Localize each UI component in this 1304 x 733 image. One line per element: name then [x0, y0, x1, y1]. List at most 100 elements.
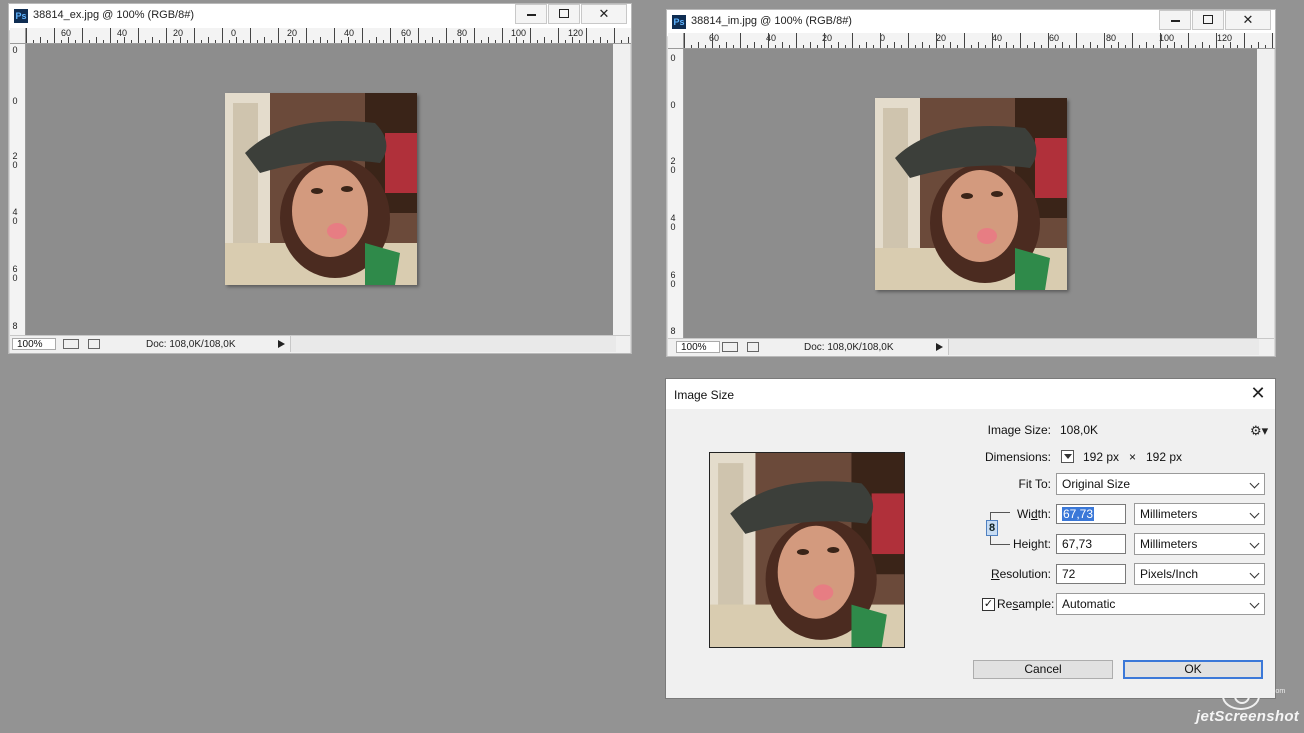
resample-label-post: ample: [1018, 597, 1055, 611]
document-window-ex[interactable]: Ps 38814_ex.jpg @ 100% (RGB/8#) ✕ 60 40 … [8, 3, 632, 354]
dimensions-dropdown-icon[interactable] [1061, 450, 1074, 463]
resolution-input[interactable]: 72 [1056, 564, 1126, 584]
ruler-tick [257, 40, 258, 43]
resample-checkbox[interactable]: ✓ [982, 598, 995, 611]
minimize-button[interactable] [515, 4, 547, 24]
ruler-tick [145, 40, 146, 43]
ruler-label: 100 [1159, 33, 1175, 43]
ruler-tick [89, 40, 90, 43]
ok-button[interactable]: OK [1123, 660, 1263, 679]
ruler-tick [292, 37, 293, 43]
status-menu-arrow-icon[interactable] [278, 340, 285, 348]
ruler-tick [327, 40, 328, 43]
status-menu-arrow-icon[interactable] [936, 343, 943, 351]
ruler-tick [166, 28, 167, 43]
ruler-tick [439, 40, 440, 43]
minimize-button[interactable] [1159, 10, 1191, 30]
ruler-tick [1244, 33, 1245, 48]
ruler-tick [390, 28, 391, 43]
ruler-tick [1237, 45, 1238, 48]
ruler-tick [1153, 45, 1154, 48]
dimensions-width: 192 px [1083, 450, 1120, 464]
ruler-tick [397, 40, 398, 43]
horizontal-scrollbar[interactable] [290, 336, 616, 352]
fit-to-dropdown[interactable]: Original Size [1056, 473, 1265, 495]
ruler-tick [404, 37, 405, 43]
ruler-tick [551, 40, 552, 43]
ruler-tick [579, 40, 580, 43]
ruler-tick [1258, 42, 1259, 48]
ruler-tick [33, 40, 34, 43]
window-titlebar[interactable]: Ps 38814_ex.jpg @ 100% (RGB/8#) ✕ [9, 4, 631, 31]
fit-to-label: Fit To: [1018, 477, 1051, 491]
ruler-tick [362, 28, 363, 43]
document-window-im[interactable]: Ps 38814_im.jpg @ 100% (RGB/8#) ✕ 60 40 … [666, 9, 1276, 357]
constrain-proportions-icon[interactable]: 8 [986, 520, 998, 536]
ruler-tick [1139, 45, 1140, 48]
ruler-tick [1209, 45, 1210, 48]
window-title: 38814_ex.jpg @ 100% (RGB/8#) [33, 9, 194, 21]
width-unit-value: Millimeters [1140, 507, 1198, 521]
maximize-icon [1203, 15, 1213, 24]
ruler-label: 4 0 [12, 207, 18, 226]
zoom-field[interactable]: 100% [676, 341, 720, 353]
ruler-tick [978, 42, 979, 48]
ruler-tick [1006, 42, 1007, 48]
height-unit-dropdown[interactable]: Millimeters [1134, 533, 1265, 555]
ruler-tick [817, 45, 818, 48]
ruler-tick [1034, 42, 1035, 48]
dialog-title: Image Size [674, 388, 735, 402]
share-icon[interactable] [747, 342, 759, 352]
window-controls: ✕ [1158, 10, 1271, 30]
ruler-label: 80 [1106, 33, 1117, 43]
link-bracket [990, 544, 1010, 546]
width-unit-dropdown[interactable]: Millimeters [1134, 503, 1265, 525]
ruler-tick [866, 42, 867, 48]
horizontal-scrollbar[interactable] [948, 339, 1259, 355]
ruler-tick [481, 40, 482, 43]
ruler-label: 20 [936, 33, 947, 43]
ruler-tick [572, 37, 573, 43]
canvas-area[interactable] [684, 49, 1257, 338]
resolution-unit-dropdown[interactable]: Pixels/Inch [1134, 563, 1265, 585]
ruler-tick [558, 28, 559, 43]
photo-graphic [875, 98, 1067, 290]
resample-label: Resample: [997, 597, 1054, 611]
ruler-tick [985, 45, 986, 48]
ruler-tick [1083, 45, 1084, 48]
close-button[interactable]: ✕ [581, 4, 627, 24]
canvas-area[interactable] [26, 44, 613, 335]
ruler-label: 8 [670, 326, 676, 336]
height-label-mnemonic: g [1030, 537, 1038, 551]
status-bar-icon[interactable] [63, 339, 79, 349]
dialog-close-button[interactable]: ✕ [1249, 384, 1267, 402]
dialog-titlebar[interactable]: Image Size ✕ [666, 379, 1275, 409]
close-button[interactable]: ✕ [1225, 10, 1271, 30]
ruler-tick [432, 37, 433, 43]
ruler-tick [1090, 42, 1091, 48]
image-preview[interactable] [709, 452, 905, 648]
maximize-button[interactable] [1192, 10, 1224, 30]
ruler-tick [474, 28, 475, 43]
ruler-tick [117, 40, 118, 43]
ruler-tick [1146, 42, 1147, 48]
ruler-tick [250, 28, 251, 43]
height-label: Height: [1013, 537, 1051, 551]
width-input[interactable]: 67,73 [1056, 504, 1126, 524]
cancel-button[interactable]: Cancel [973, 660, 1113, 679]
photoshop-icon: Ps [672, 15, 686, 29]
settings-gear-icon[interactable]: ⚙▾ [1250, 423, 1268, 439]
share-icon[interactable] [88, 339, 100, 349]
maximize-button[interactable] [548, 4, 580, 24]
zoom-field[interactable]: 100% [12, 338, 56, 350]
height-input[interactable]: 67,73 [1056, 534, 1126, 554]
ruler-tick [201, 40, 202, 43]
resample-dropdown[interactable]: Automatic [1056, 593, 1265, 615]
ruler-tick [1132, 33, 1133, 48]
ruler-tick [1076, 33, 1077, 48]
ruler-label: 6 0 [670, 270, 676, 289]
ruler-tick [908, 33, 909, 48]
ruler-label: 0 [12, 45, 18, 55]
width-value: 67,73 [1062, 507, 1095, 521]
status-bar-icon[interactable] [722, 342, 738, 352]
